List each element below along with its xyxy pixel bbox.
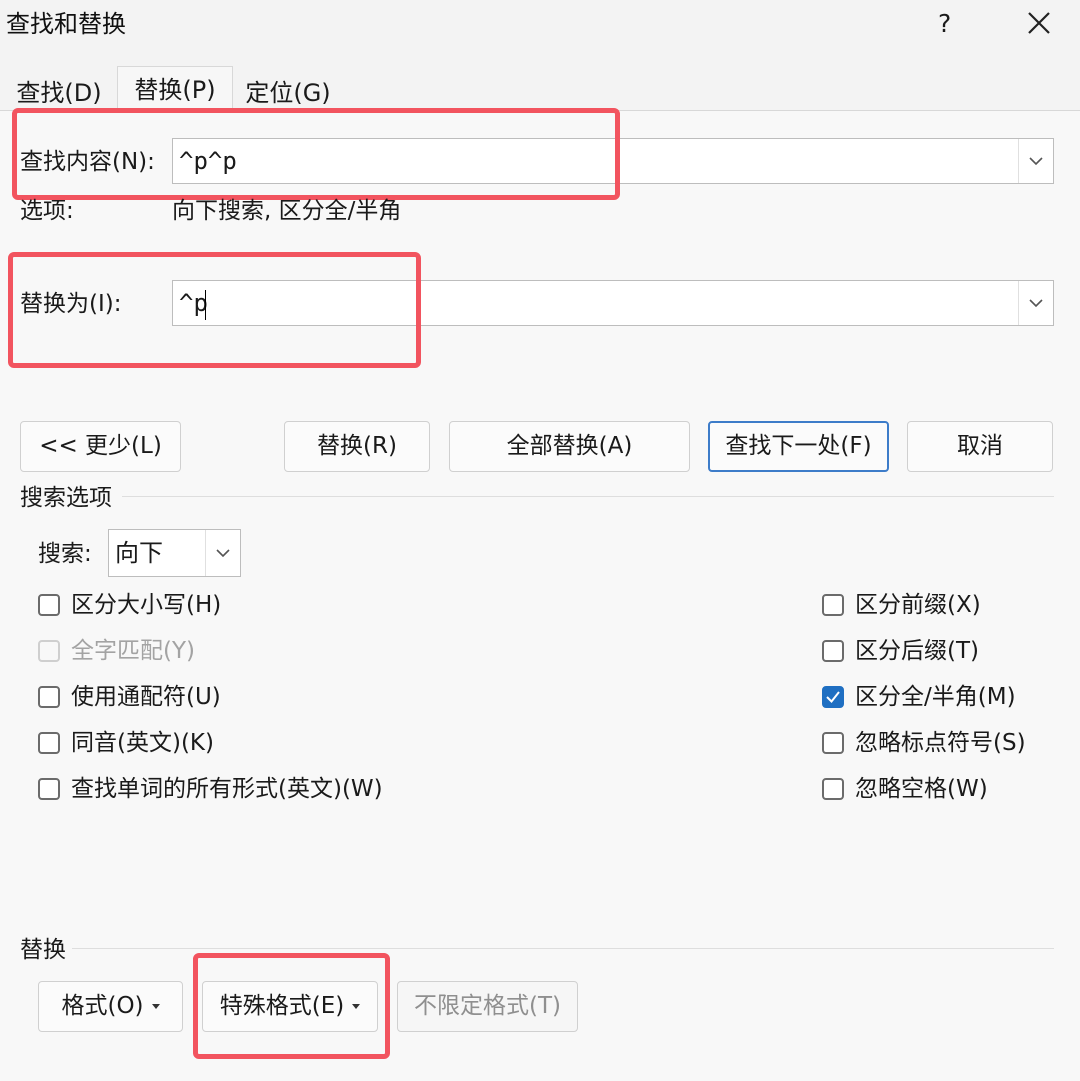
checkbox-label: 查找单词的所有形式(英文)(W) <box>71 776 383 802</box>
checkbox-match-suffix[interactable] <box>822 640 844 662</box>
replace-all-button[interactable]: 全部替换(A) <box>449 421 690 472</box>
checkbox-match-prefix[interactable] <box>822 594 844 616</box>
checkbox-label: 同音(英文)(K) <box>71 730 214 756</box>
checkbox-sounds-like[interactable] <box>38 732 60 754</box>
find-dropdown-button[interactable] <box>1018 139 1053 183</box>
search-options-title: 搜索选项 <box>20 485 112 511</box>
checkbox-label: 区分前缀(X) <box>855 592 981 618</box>
checkbox-label: 使用通配符(U) <box>71 684 221 710</box>
options-label: 选项: <box>20 198 74 224</box>
checkbox-whole-word <box>38 640 60 662</box>
checkbox-wildcards[interactable] <box>38 686 60 708</box>
no-formatting-button: 不限定格式(T) <box>397 981 578 1032</box>
checkbox-ignore-punctuation[interactable] <box>822 732 844 754</box>
replace-section-title: 替换 <box>20 937 66 963</box>
find-next-button[interactable]: 查找下一处(F) <box>708 421 889 472</box>
direction-dropdown-button[interactable] <box>205 530 240 576</box>
checkbox-ignore-whitespace[interactable] <box>822 778 844 800</box>
search-direction-select[interactable]: 向下 <box>108 529 241 577</box>
title-bar <box>0 0 1080 52</box>
replace-button[interactable]: 替换(R) <box>284 421 430 472</box>
format-button-label: 格式(O) <box>61 993 144 1019</box>
tab-find[interactable]: 查找(D) <box>8 70 110 110</box>
search-direction-value: 向下 <box>115 539 163 567</box>
help-button[interactable]: ? <box>938 8 951 40</box>
chevron-down-icon <box>1029 299 1043 308</box>
checkbox-label: 区分全/半角(M) <box>855 684 1016 710</box>
replace-dropdown-button[interactable] <box>1018 281 1053 325</box>
chevron-down-icon <box>1029 157 1043 166</box>
less-button[interactable]: << 更少(L) <box>20 421 181 472</box>
checkbox-label: 区分后缀(T) <box>855 638 979 664</box>
window-title: 查找和替换 <box>6 10 126 38</box>
checkbox-label: 区分大小写(H) <box>71 592 222 618</box>
options-value: 向下搜索, 区分全/半角 <box>172 198 402 224</box>
checkbox-label: 忽略空格(W) <box>855 776 988 802</box>
checkbox-label: 忽略标点符号(S) <box>855 730 1026 756</box>
caret-down-icon <box>151 1004 160 1009</box>
highlight-special-format <box>193 953 390 1059</box>
section-divider <box>122 496 1054 497</box>
checkbox-match-case[interactable] <box>38 594 60 616</box>
section-divider <box>72 948 1054 949</box>
checkbox-match-width[interactable] <box>822 686 844 708</box>
highlight-replace <box>8 252 421 368</box>
checkmark-icon <box>826 691 840 704</box>
format-button[interactable]: 格式(O) <box>38 981 183 1032</box>
chevron-down-icon <box>216 549 230 558</box>
tab-replace[interactable]: 替换(P) <box>117 66 233 113</box>
checkbox-all-word-forms[interactable] <box>38 778 60 800</box>
cancel-button[interactable]: 取消 <box>907 421 1053 472</box>
search-direction-label: 搜索: <box>38 541 92 567</box>
close-icon[interactable] <box>1022 6 1056 40</box>
highlight-find <box>12 108 620 200</box>
tab-goto[interactable]: 定位(G) <box>234 70 342 110</box>
checkbox-label: 全字匹配(Y) <box>71 638 195 664</box>
